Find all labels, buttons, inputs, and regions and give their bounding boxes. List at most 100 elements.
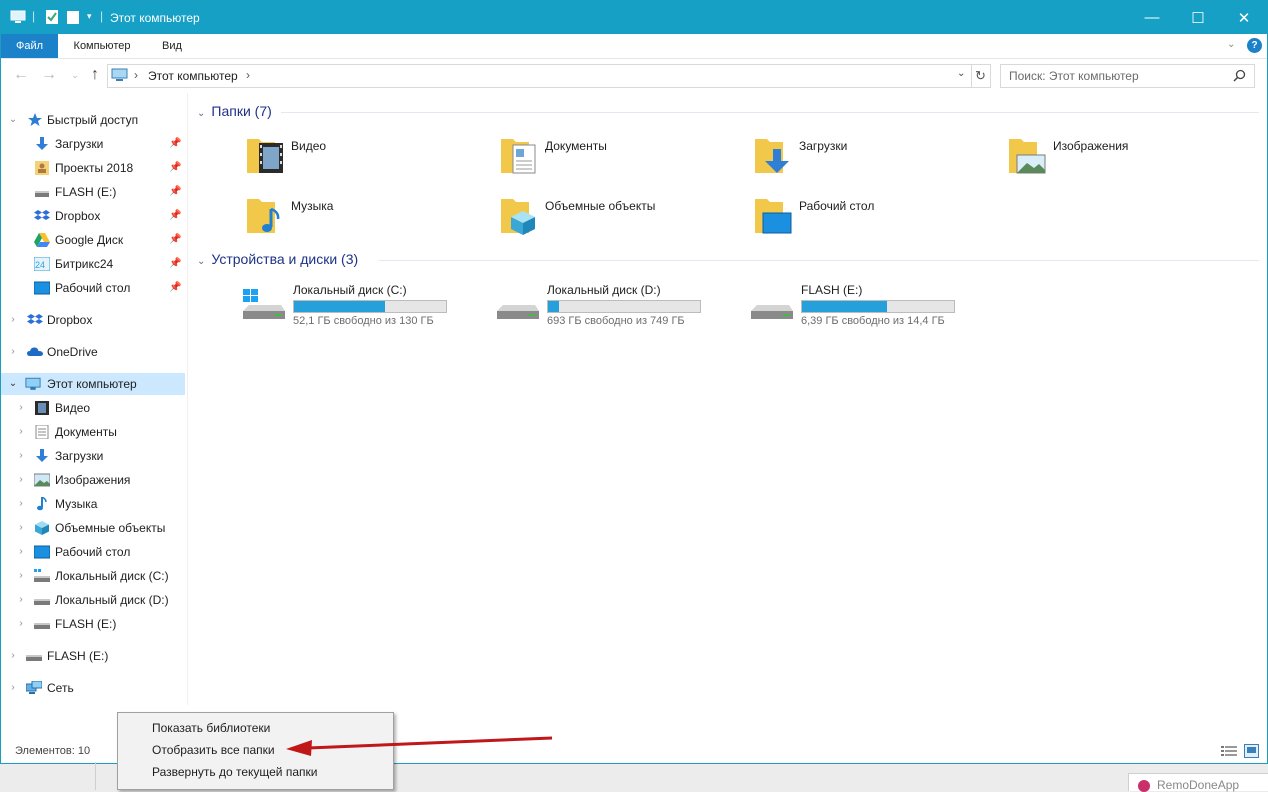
nav-this-pc[interactable]: ⌄ Этот компьютер [1,373,185,395]
details-view-icon[interactable] [1221,745,1237,757]
nav-label: Рабочий стол [55,545,131,559]
back-arrow-icon[interactable]: ← [11,65,31,85]
menu-item-show-libraries[interactable]: Показать библиотеки [152,717,270,739]
nav-label: Dropbox [55,209,101,223]
drive-usage-fill [548,301,560,312]
nav-quick-desktop[interactable]: Рабочий стол 📌 [1,277,185,299]
pane-divider[interactable] [187,93,188,705]
refresh-icon[interactable]: ↻ [971,64,991,88]
desktop-folder-icon [755,199,792,234]
nav-label: Музыка [55,497,98,511]
nav-label: Изображения [55,473,131,487]
maximize-button[interactable]: ☐ [1175,1,1221,34]
navigation-bar: ← → ⌄ ↑ › Этот компьютер › ⌄ ↻ Поиск: Эт… [1,59,1267,91]
tab-view[interactable]: Вид [151,34,193,58]
nav-quick-dropbox[interactable]: Dropbox 📌 [1,205,185,227]
explorer-window: | ▾ | Этот компьютер — ☐ ✕ Файл Компьюте… [0,0,1268,764]
up-arrow-icon[interactable]: ↑ [85,65,105,85]
folders-group-header[interactable]: ⌄ Папки (7) [197,101,272,121]
nav-label: Загрузки [55,137,104,151]
nav-quick-flash[interactable]: FLASH (E:) 📌 [1,181,185,203]
app-icon [1138,780,1150,792]
music-note-icon [37,497,47,511]
taskbar-app-chip[interactable]: RemoDoneApp [1128,773,1268,792]
pin-icon[interactable]: 📌 [169,205,181,227]
tab-computer[interactable]: Компьютер [63,34,141,58]
nav-onedrive[interactable]: › OneDrive [1,341,185,363]
nav-pc-desktop[interactable]: › Рабочий стол [1,541,185,563]
nav-label: Рабочий стол [55,281,131,295]
window-title: Этот компьютер [110,11,200,25]
nav-pc-drive-d[interactable]: › Локальный диск (D:) [1,589,185,611]
nav-pc-3d-objects[interactable]: › Объемные объекты [1,517,185,539]
help-icon[interactable]: ? [1247,38,1262,53]
folder-label: Видео [291,139,327,153]
nav-quick-access[interactable]: ⌄ Быстрый доступ [1,109,185,131]
tab-file[interactable]: Файл [1,34,58,58]
pin-icon[interactable]: 📌 [169,277,181,299]
pin-icon[interactable]: 📌 [169,229,181,251]
nav-pc-drive-c[interactable]: › Локальный диск (C:) [1,565,185,587]
recent-dropdown-icon[interactable]: ⌄ [65,65,85,85]
address-dropdown-icon[interactable]: ⌄ [957,68,965,79]
nav-pc-downloads[interactable]: › Загрузки [1,445,185,467]
nav-label: Dropbox [47,313,93,327]
folder-label: Изображения [1053,139,1129,153]
drive-c[interactable]: Локальный диск (C:) 52,1 ГБ свободно из … [241,283,471,335]
pin-icon[interactable]: 📌 [169,157,181,179]
nav-label: FLASH (E:) [55,617,117,631]
minimize-button[interactable]: — [1129,1,1175,34]
menu-item-show-all-folders[interactable]: Отобразить все папки [152,739,275,761]
windows-drive-icon [34,569,50,582]
forward-arrow-icon[interactable]: → [39,65,59,85]
nav-pc-music[interactable]: › Музыка [1,493,185,515]
nav-flash-root[interactable]: › FLASH (E:) [1,645,185,667]
nav-quick-bitrix24[interactable]: 24 Битрикс24 📌 [1,253,185,275]
pin-icon[interactable]: 📌 [169,133,181,155]
drive-usage-fill [802,301,888,312]
close-button[interactable]: ✕ [1221,1,1267,34]
qa-dropdown-icon[interactable]: ▾ [87,11,92,22]
nav-quick-google-drive[interactable]: Google Диск 📌 [1,229,185,251]
contact-folder-icon [35,161,49,175]
breadcrumb-this-pc[interactable]: Этот компьютер [148,69,238,83]
folder-label: Музыка [291,199,334,213]
pin-icon[interactable]: 📌 [169,181,181,203]
nav-pc-flash[interactable]: › FLASH (E:) [1,613,185,635]
nav-quick-downloads[interactable]: Загрузки 📌 [1,133,185,155]
properties-icon[interactable] [44,9,60,25]
usb-drive-icon [34,623,50,629]
address-bar[interactable]: › Этот компьютер › ⌄ [107,64,972,88]
nav-pc-pictures[interactable]: › Изображения [1,469,185,491]
breadcrumb-separator: › [246,68,250,82]
download-arrow-icon [36,137,48,150]
drive-e[interactable]: FLASH (E:) 6,39 ГБ свободно из 14,4 ГБ [749,283,979,335]
nav-label: Локальный диск (C:) [55,569,169,583]
nav-label: Проекты 2018 [55,161,134,175]
new-folder-icon[interactable] [65,9,81,25]
nav-pc-videos[interactable]: › Видео [1,397,185,419]
qa-separator: | [100,9,104,23]
pin-icon[interactable]: 📌 [169,253,181,275]
devices-group-header[interactable]: ⌄ Устройства и диски (3) [197,249,358,269]
search-input[interactable]: Поиск: Этот компьютер [1000,64,1255,88]
ribbon-expand-icon[interactable]: ⌄ [1227,39,1235,50]
film-icon [35,401,49,415]
annotation-arrow [286,736,553,756]
search-placeholder: Поиск: Этот компьютер [1009,69,1139,83]
nav-quick-projects[interactable]: Проекты 2018 📌 [1,157,185,179]
drive-d[interactable]: Локальный диск (D:) 693 ГБ свободно из 7… [495,283,725,335]
group-divider [379,260,1259,261]
svg-text:24: 24 [35,260,45,270]
nav-network[interactable]: › Сеть [1,677,185,699]
large-icons-view-icon[interactable] [1244,744,1259,758]
computer-icon [10,10,26,23]
nav-label: Битрикс24 [55,257,114,271]
hard-drive-icon [497,305,539,319]
nav-pc-documents[interactable]: › Документы [1,421,185,443]
nav-dropbox[interactable]: › Dropbox [1,309,185,331]
bitrix24-icon: 24 [34,257,50,271]
computer-icon [25,377,41,390]
item-count: Элементов: 10 [15,745,91,757]
menu-item-expand-to-current[interactable]: Развернуть до текущей папки [152,761,317,783]
